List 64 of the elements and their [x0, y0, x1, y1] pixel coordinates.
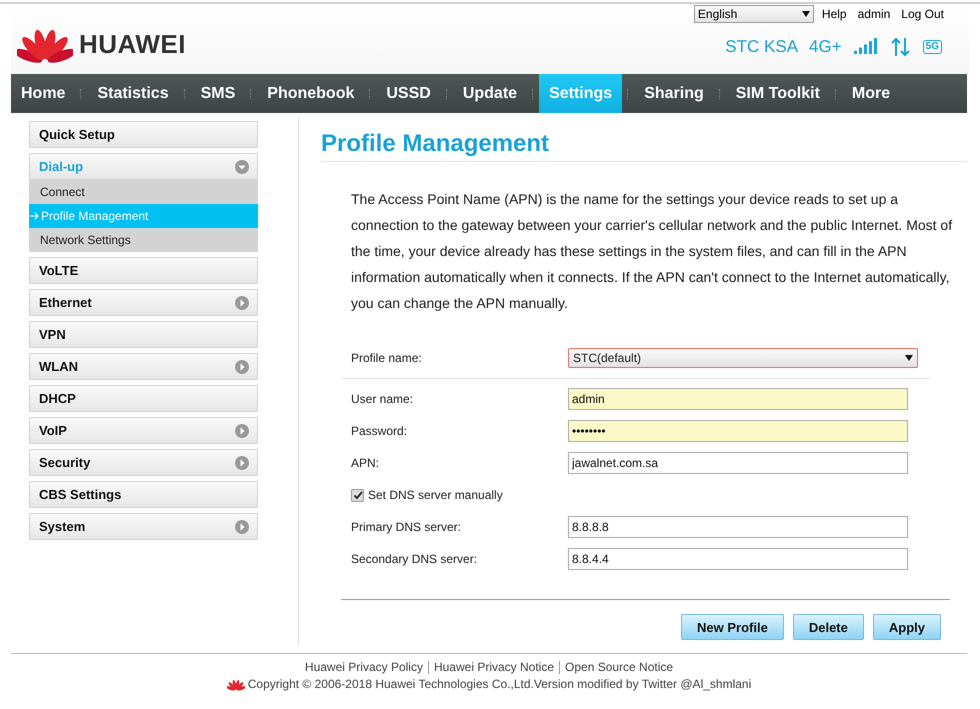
- sidebar-item[interactable]: Ethernet: [29, 289, 258, 316]
- header-link[interactable]: Help: [820, 7, 848, 21]
- header-link[interactable]: admin: [856, 7, 892, 21]
- field-label: APN:: [350, 456, 380, 470]
- nav-tab[interactable]: SIM Toolkit: [726, 74, 830, 113]
- input-field[interactable]: 8.8.8.8: [568, 516, 908, 538]
- nav-tab[interactable]: USSD: [376, 74, 441, 113]
- network-badge: 5G: [922, 40, 942, 54]
- sidebar-item[interactable]: CBS Settings: [29, 481, 258, 508]
- chevron-right-icon: [235, 296, 249, 310]
- nav-tab[interactable]: SMS: [190, 74, 246, 113]
- nav-tab[interactable]: Statistics: [87, 74, 179, 113]
- description-text: The Access Point Name (APN) is the name for the settings your device reads to set up a connection to the gateway between your carrier's cellular network and the public Internet. Most of the time, your device already has these settings in the system files, and can fill in the APN information automatically when it connects. If the APN can't connect to the Internet automatically, you can change the APN manually.: [351, 190, 954, 313]
- sidebar-item[interactable]: DHCP: [29, 385, 258, 412]
- footer-link[interactable]: Open Source Notice: [565, 660, 674, 674]
- chevron-right-icon: [235, 456, 249, 470]
- action-button[interactable]: New Profile: [681, 614, 784, 640]
- field-label: User name:: [350, 392, 414, 406]
- brand-name: HUAWEI: [79, 28, 186, 60]
- action-button[interactable]: Apply: [872, 614, 941, 640]
- nav-tab[interactable]: Home: [11, 74, 76, 113]
- field-label: Profile name:: [350, 351, 423, 365]
- nav-tab[interactable]: More: [842, 74, 900, 113]
- sidebar-item[interactable]: WLAN: [29, 353, 258, 380]
- chevron-right-icon: [235, 424, 249, 438]
- footer-link[interactable]: Huawei Privacy Notice: [434, 660, 554, 674]
- profile-select[interactable]: STC(default): [568, 348, 918, 368]
- sidebar-item[interactable]: VPN: [29, 321, 258, 348]
- sidebar-item[interactable]: VoIP: [29, 417, 258, 444]
- sidebar-item[interactable]: Quick Setup: [29, 121, 258, 148]
- page-title: Profile Management: [321, 130, 967, 162]
- chevron-right-icon: [235, 520, 249, 534]
- field-label: Password:: [350, 424, 408, 438]
- carrier-name: STC KSA: [725, 37, 798, 57]
- chevron-right-icon: [235, 360, 249, 374]
- chevron-down-icon: [235, 160, 249, 174]
- logo-icon: [226, 678, 245, 690]
- nav-tab[interactable]: Phonebook: [257, 74, 364, 113]
- data-transfer-icon: [890, 37, 912, 57]
- action-button[interactable]: Delete: [792, 614, 864, 640]
- checkbox[interactable]: [351, 488, 364, 502]
- sidebar-subitem[interactable]: Connect: [29, 180, 258, 204]
- network-type: 4G+: [809, 37, 842, 57]
- field-label: Primary DNS server:: [350, 520, 462, 534]
- checkbox-label: Set DNS server manually: [368, 488, 503, 502]
- caret-icon: [802, 11, 810, 17]
- sidebar-item[interactable]: System: [29, 513, 258, 540]
- signal-icon: [852, 38, 879, 56]
- sidebar-item[interactable]: VoLTE: [29, 257, 258, 284]
- language-select[interactable]: English: [694, 5, 814, 23]
- sidebar-subitem[interactable]: Network Settings: [29, 228, 258, 252]
- caret-icon: [905, 355, 913, 361]
- arrow-icon: [30, 212, 40, 220]
- field-label: Secondary DNS server:: [350, 552, 478, 566]
- header-link[interactable]: Log Out: [900, 7, 945, 21]
- copyright-text: Copyright © 2006-2018 Huawei Technologies Co.,Ltd.Version modified by Twitter @Al_shmlani: [248, 677, 752, 691]
- nav-tab[interactable]: Update: [452, 74, 528, 113]
- input-field[interactable]: ••••••••: [568, 420, 908, 442]
- sidebar-item[interactable]: Security: [29, 449, 258, 476]
- footer-link[interactable]: Huawei Privacy Policy: [304, 660, 423, 674]
- nav-tab[interactable]: Sharing: [634, 74, 714, 113]
- input-field[interactable]: 8.8.4.4: [568, 548, 908, 570]
- input-field[interactable]: admin: [568, 388, 908, 410]
- input-field[interactable]: jawalnet.com.sa: [568, 452, 908, 474]
